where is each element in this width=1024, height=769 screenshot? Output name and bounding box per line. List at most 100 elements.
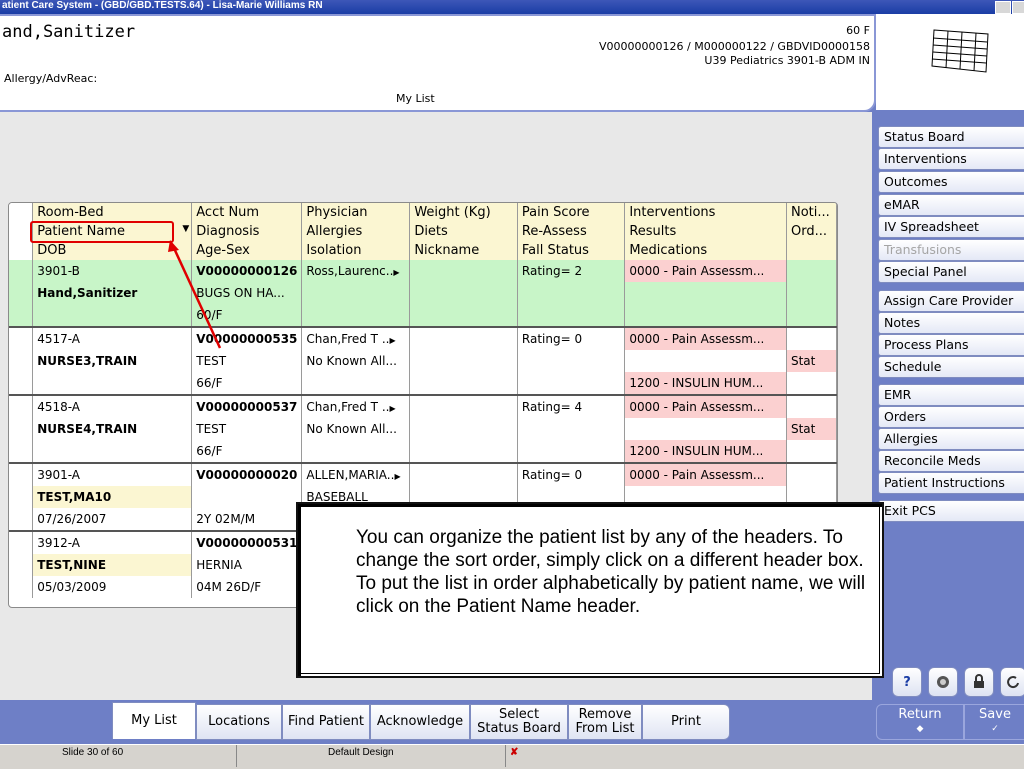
lock-icon[interactable] (964, 667, 994, 697)
allergies-cell: No Known All... (301, 418, 411, 440)
sidebar-item-iv-spreadsheet[interactable]: IV Spreadsheet (878, 216, 1024, 238)
expand-arrow-icon[interactable]: ▶ (394, 472, 400, 481)
column-header[interactable]: Ord... (786, 222, 837, 241)
column-header[interactable]: Weight (Kg) (409, 203, 518, 222)
column-header[interactable]: Fall Status (517, 241, 626, 260)
medications-cell: 1200 - INSULIN HUM... (624, 440, 787, 463)
patient-sex-age: 60 F (846, 24, 870, 37)
save-label: Save (979, 707, 1011, 722)
sort-dropdown-icon[interactable]: ▼ (182, 224, 189, 234)
table-row[interactable]: 66/F 1200 - INSULIN HUM... (9, 372, 837, 395)
orders-cell (786, 282, 837, 304)
select-status-board-button[interactable]: Select Status Board (470, 704, 568, 740)
column-header[interactable]: Isolation (301, 241, 411, 260)
return-label: Return (898, 707, 942, 722)
column-header[interactable]: Pain Score (517, 203, 626, 222)
room-bed-cell: 4518-A (32, 394, 193, 418)
spellcheck-icon: ✘ (510, 747, 519, 758)
table-row[interactable]: 4518-A V00000000537 Chan,Fred T ..▶ Rating=… (9, 394, 837, 418)
find-patient-button[interactable]: Find Patient (282, 704, 370, 740)
pain-score-cell: Rating= 4 (517, 394, 626, 418)
sidebar-item-assign-care-provider[interactable]: Assign Care Provider (878, 290, 1024, 312)
sidebar-item-patient-instructions[interactable]: Patient Instructions (878, 472, 1024, 494)
sidebar-item-allergies[interactable]: Allergies (878, 428, 1024, 450)
notify-cell (786, 462, 837, 486)
column-header[interactable]: Acct Num (191, 203, 303, 222)
table-row[interactable]: Hand,Sanitizer BUGS ON HA... (9, 282, 837, 304)
expand-arrow-icon[interactable]: ▶ (389, 404, 395, 413)
sidebar-item-emar[interactable]: eMAR (878, 194, 1024, 216)
sidebar-item-reconcile-meds[interactable]: Reconcile Meds (878, 450, 1024, 472)
globe-icon[interactable] (928, 667, 958, 697)
notify-cell (786, 260, 837, 282)
my-list-tab[interactable]: My List (112, 702, 196, 739)
medications-cell (624, 304, 787, 327)
sidebar-item-emr[interactable]: EMR (878, 384, 1024, 406)
spreadsheet-icon[interactable] (876, 14, 1024, 110)
tutorial-text: You can organize the patient list by any… (356, 527, 866, 617)
sidebar-item-orders[interactable]: Orders (878, 406, 1024, 428)
room-bed-cell: 3912-A (32, 530, 193, 554)
sidebar-item-schedule[interactable]: Schedule (878, 356, 1024, 378)
sidebar-item-notes[interactable]: Notes (878, 312, 1024, 334)
column-header[interactable]: Re-Assess (517, 222, 626, 241)
annotation-arrow (168, 240, 222, 349)
column-header[interactable] (786, 241, 837, 260)
isolation-cell (301, 440, 411, 463)
column-header[interactable]: Diets (409, 222, 518, 241)
sidebar-item-interventions[interactable]: Interventions (878, 148, 1024, 170)
window-title: atient Care System - (GBD/GBD.TESTS.64) … (2, 0, 323, 11)
design-name: Default Design (328, 747, 394, 758)
table-row[interactable]: 3901-B V00000000126 Ross,Laurenc..▶ Rating=… (9, 260, 837, 282)
expand-arrow-icon[interactable]: ▶ (393, 268, 399, 277)
locations-button[interactable]: Locations (196, 704, 282, 740)
expand-arrow-icon[interactable]: ▶ (389, 336, 395, 345)
minimize-button[interactable] (995, 1, 1011, 14)
column-header[interactable]: Noti... (786, 203, 837, 222)
help-button[interactable]: ? (892, 667, 922, 697)
patient-location: U39 Pediatrics 3901-B ADM IN (704, 54, 870, 67)
reassess-cell (517, 418, 626, 440)
age-sex-cell: 66/F (191, 372, 303, 395)
refresh-icon[interactable] (1000, 667, 1024, 697)
sidebar-item-exit-pcs[interactable]: Exit PCS (878, 500, 1024, 522)
return-button[interactable]: Return ◆ (876, 704, 964, 740)
acknowledge-button[interactable]: Acknowledge (370, 704, 470, 740)
remove-from-list-button[interactable]: Remove From List (568, 704, 642, 740)
allergy-label: Allergy/AdvReac: (4, 72, 98, 85)
print-button[interactable]: Print (642, 704, 730, 740)
acct-num-cell: V00000000537 (191, 394, 303, 418)
patient-name-cell: TEST,NINE (32, 554, 193, 576)
table-row[interactable]: 3901-A V00000000020 ALLEN,MARIA..▶ Rating= … (9, 462, 837, 486)
results-cell (624, 418, 787, 440)
isolation-cell (301, 304, 411, 327)
column-header[interactable]: Interventions (624, 203, 787, 222)
column-header[interactable]: Nickname (409, 241, 518, 260)
results-cell (624, 350, 787, 372)
diets-cell (409, 350, 518, 372)
highlight-box (30, 221, 174, 243)
column-header[interactable]: Physician (301, 203, 411, 222)
table-row[interactable]: 60/F (9, 304, 837, 327)
sidebar-item-process-plans[interactable]: Process Plans (878, 334, 1024, 356)
interventions-cell: 0000 - Pain Assessm... (624, 462, 787, 486)
dob-cell (32, 372, 193, 395)
slide-counter: Slide 30 of 60 (62, 747, 124, 758)
table-row[interactable]: NURSE4,TRAIN TEST No Known All... Stat (9, 418, 837, 440)
table-row[interactable]: 66/F 1200 - INSULIN HUM... (9, 440, 837, 463)
sidebar-item-outcomes[interactable]: Outcomes (878, 171, 1024, 193)
patient-name-cell: NURSE4,TRAIN (32, 418, 193, 440)
patient-name-heading: and,Sanitizer (2, 22, 136, 42)
nickname-cell (409, 440, 518, 463)
interventions-cell: 0000 - Pain Assessm... (624, 260, 787, 282)
column-header[interactable]: Room-Bed (32, 203, 193, 222)
save-button[interactable]: Save ✓ (964, 704, 1024, 740)
sidebar-item-status-board[interactable]: Status Board (878, 126, 1024, 148)
column-header[interactable]: Results (624, 222, 787, 241)
maximize-button[interactable] (1012, 1, 1024, 14)
sidebar-item-special-panel[interactable]: Special Panel (878, 261, 1024, 283)
column-header[interactable]: Allergies (301, 222, 411, 241)
column-header[interactable]: Medications (624, 241, 787, 260)
table-row[interactable]: NURSE3,TRAIN TEST No Known All... Stat (9, 350, 837, 372)
table-row[interactable]: 4517-A V00000000535 Chan,Fred T ..▶ Rating=… (9, 326, 837, 350)
